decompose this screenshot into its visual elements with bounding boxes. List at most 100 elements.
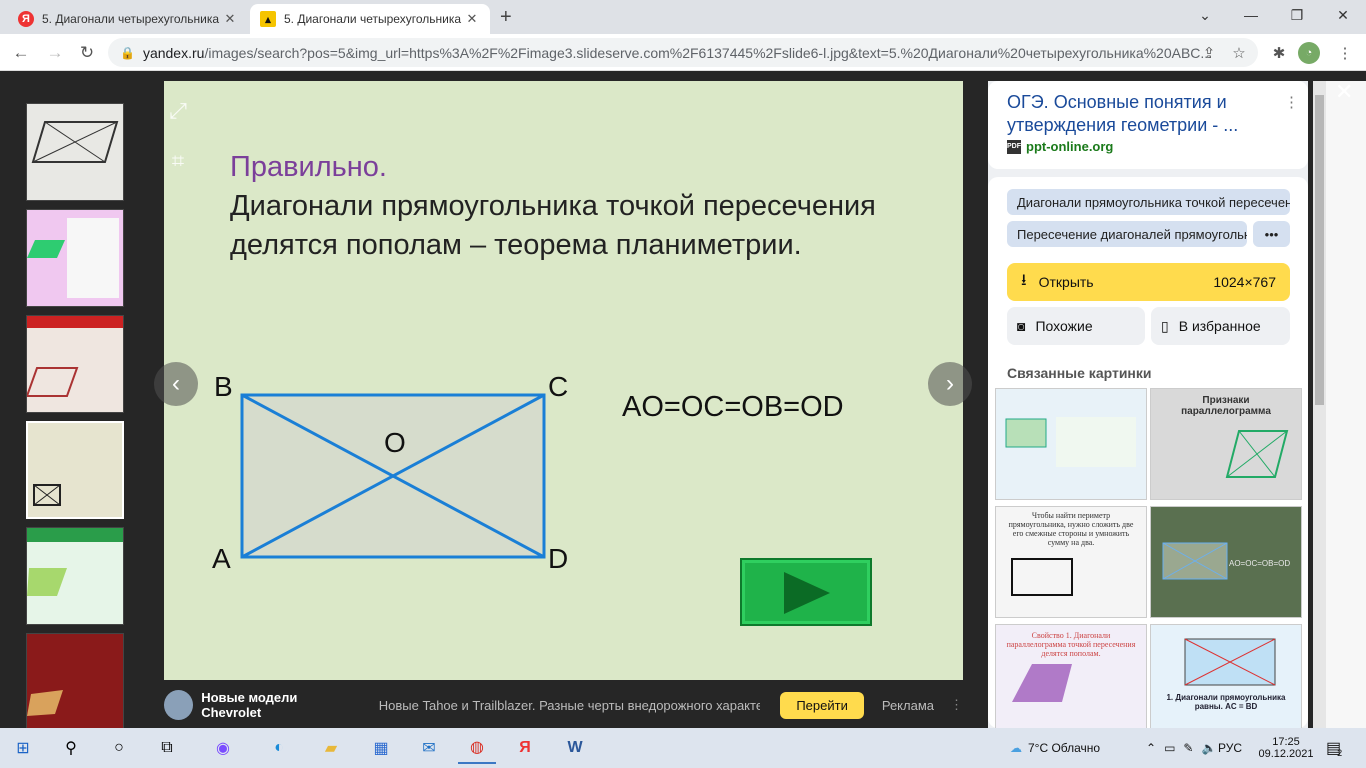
cortana-icon[interactable]: ○ <box>100 732 138 764</box>
ad-banner: Новые модели Chevrolet Новые Tahoe и Tra… <box>164 687 963 723</box>
tag-chip[interactable]: Пересечение диагоналей прямоугольника <box>1007 221 1247 247</box>
related-image[interactable]: Признаки параллелограмма <box>1150 388 1302 500</box>
edge-icon[interactable]: ◐ <box>260 732 298 764</box>
new-tab-button[interactable]: + <box>500 6 512 29</box>
tab-title: 5. Диагонали четырехугольника <box>42 12 219 26</box>
notifications-button[interactable]: ▤ 2 <box>1326 728 1342 768</box>
panel-scrollbar[interactable] <box>1313 81 1326 728</box>
related-image[interactable]: Свойство 1. Диагонали параллелограмма то… <box>995 624 1147 728</box>
yandex-icon: Я <box>18 11 34 27</box>
file-explorer-icon[interactable]: ▰ <box>312 732 350 764</box>
thumbnail[interactable] <box>25 315 124 413</box>
more-tags-button[interactable]: ••• <box>1253 221 1290 247</box>
close-tab-icon[interactable]: ✕ <box>464 11 480 27</box>
network-icon[interactable]: ▭ <box>1164 741 1175 755</box>
thumbnail[interactable] <box>26 103 124 201</box>
menu-icon[interactable]: ⋮ <box>1332 40 1358 66</box>
chevron-up-icon[interactable]: ⌃ <box>1146 741 1156 755</box>
tag-chip[interactable]: Диагонали прямоугольника точкой пересече… <box>1007 189 1290 215</box>
reload-icon[interactable]: ↻ <box>74 40 100 66</box>
ad-title[interactable]: Новые модели Chevrolet <box>201 690 357 720</box>
similar-button[interactable]: ◙ Похожие <box>1007 307 1145 345</box>
related-graphic <box>1184 638 1276 686</box>
related-heading: Связанные картинки <box>1007 365 1152 381</box>
related-image[interactable] <box>995 388 1147 500</box>
store-icon[interactable]: ▦ <box>362 732 400 764</box>
pen-icon[interactable]: ✎ <box>1183 741 1193 755</box>
alice-icon[interactable]: ◉ <box>204 732 242 764</box>
background-page-peek <box>1326 81 1366 728</box>
related-graphic <box>1005 417 1136 467</box>
related-image[interactable]: AO=OC=OB=OD <box>1150 506 1302 618</box>
minimize-button[interactable]: — <box>1228 0 1274 30</box>
forward-icon[interactable]: → <box>42 40 68 66</box>
related-image[interactable]: 1. Диагонали прямоугольника равны. AC = … <box>1150 624 1302 728</box>
source-site[interactable]: PDF ppt-online.org <box>1007 139 1113 154</box>
tab-2[interactable]: ▴ 5. Диагонали четырехугольника ✕ <box>250 4 490 34</box>
restore-button[interactable]: ❐ <box>1274 0 1320 30</box>
vertex-o-label: O <box>384 427 406 458</box>
thumbnail[interactable] <box>26 633 124 728</box>
crop-icon[interactable]: ⌗ <box>162 145 194 177</box>
image-icon: ▴ <box>260 11 276 27</box>
open-button[interactable]: ⭳ Открыть 1024×767 <box>1007 263 1290 301</box>
related-caption: 1. Диагонали прямоугольника равны. AC = … <box>1166 693 1286 711</box>
close-tab-icon[interactable]: ✕ <box>222 11 238 27</box>
thumbnail-strip <box>24 81 126 728</box>
chevron-down-icon[interactable]: ⌄ <box>1182 0 1228 30</box>
related-image[interactable]: Чтобы найти периметр прямоугольника, нуж… <box>995 506 1147 618</box>
thumbnail-graphic <box>33 484 61 506</box>
main-slide-image[interactable]: Правильно. Диагонали прямоугольника точк… <box>164 81 963 680</box>
next-image-button[interactable]: › <box>928 362 972 406</box>
weather-widget[interactable]: ☁ 7°C Облачно <box>1010 728 1100 768</box>
thumbnail-graphic <box>27 528 123 596</box>
tab-title: 5. Диагонали четырехугольника <box>284 12 461 26</box>
play-button-graphic <box>740 558 872 626</box>
search-icon[interactable]: ⚲ <box>52 732 90 764</box>
favorite-label: В избранное <box>1178 318 1261 334</box>
vertex-b-label: B <box>214 371 233 402</box>
more-options-icon[interactable]: ⋮ <box>1284 93 1299 111</box>
ad-text[interactable]: Новые Tahoe и Trailblazer. Разные черты … <box>379 698 761 713</box>
word-icon[interactable]: W <box>556 732 594 764</box>
ad-more-icon[interactable]: ⋮ <box>950 697 963 713</box>
address-bar[interactable]: 🔒 yandex.ru/images/search?pos=5&img_url=… <box>108 38 1258 67</box>
profile-avatar[interactable]: ◔ <box>1298 42 1320 64</box>
vertex-a-label: A <box>212 543 231 574</box>
yandex-browser-icon[interactable]: Я <box>506 732 544 764</box>
windows-start-icon[interactable]: ⊞ <box>4 732 42 764</box>
image-size: 1024×767 <box>1213 274 1276 290</box>
cloud-icon: ☁ <box>1010 741 1022 755</box>
thumbnail-selected[interactable] <box>26 421 124 519</box>
back-icon[interactable]: ← <box>8 40 34 66</box>
notification-count: 2 <box>1337 748 1343 758</box>
thumbnail[interactable] <box>26 209 124 307</box>
prev-image-button[interactable]: ‹ <box>154 362 198 406</box>
tab-1[interactable]: Я 5. Диагонали четырехугольника ✕ <box>8 4 248 34</box>
chrome-icon[interactable]: ◍ <box>458 732 496 764</box>
share-icon[interactable]: ⇪ <box>1196 40 1222 66</box>
scrollbar-thumb[interactable] <box>1315 95 1324 405</box>
source-domain: ppt-online.org <box>1026 139 1114 154</box>
language-indicator[interactable]: РУС <box>1218 728 1242 768</box>
fullscreen-icon[interactable]: ⤢ <box>162 95 194 127</box>
download-icon: ⭳ <box>1021 271 1027 289</box>
thumbnail[interactable] <box>26 527 124 625</box>
favorite-button[interactable]: ▯ В избранное <box>1151 307 1290 345</box>
source-title[interactable]: ОГЭ. Основные понятия и утверждения геом… <box>1007 91 1257 137</box>
bookmark-star-icon[interactable]: ☆ <box>1226 40 1252 66</box>
source-card: ОГЭ. Основные понятия и утверждения геом… <box>988 81 1308 169</box>
vertex-c-label: C <box>548 371 569 402</box>
toolbar: ← → ↻ 🔒 yandex.ru/images/search?pos=5&im… <box>0 34 1366 71</box>
ad-go-button[interactable]: Перейти <box>780 691 864 719</box>
task-view-icon[interactable]: ⧉ <box>148 732 186 764</box>
mail-icon[interactable]: ✉ <box>410 732 448 764</box>
volume-icon[interactable]: 🔈 <box>1201 741 1216 755</box>
close-window-button[interactable]: ✕ <box>1320 0 1366 30</box>
url-path: /images/search?pos=5&img_url=https%3A%2F… <box>204 44 1213 61</box>
clock[interactable]: 17:25 09.12.2021 <box>1256 728 1316 768</box>
related-graphic <box>1011 558 1073 596</box>
windows-taskbar: ⊞ ⚲ ○ ⧉ ◉ ◐ ▰ ▦ ✉ ◍ Я W ☁ 7°C Облачно ⌃ … <box>0 728 1366 768</box>
close-viewer-icon[interactable]: ✕ <box>1335 79 1353 105</box>
extensions-icon[interactable]: ✱ <box>1266 40 1292 66</box>
